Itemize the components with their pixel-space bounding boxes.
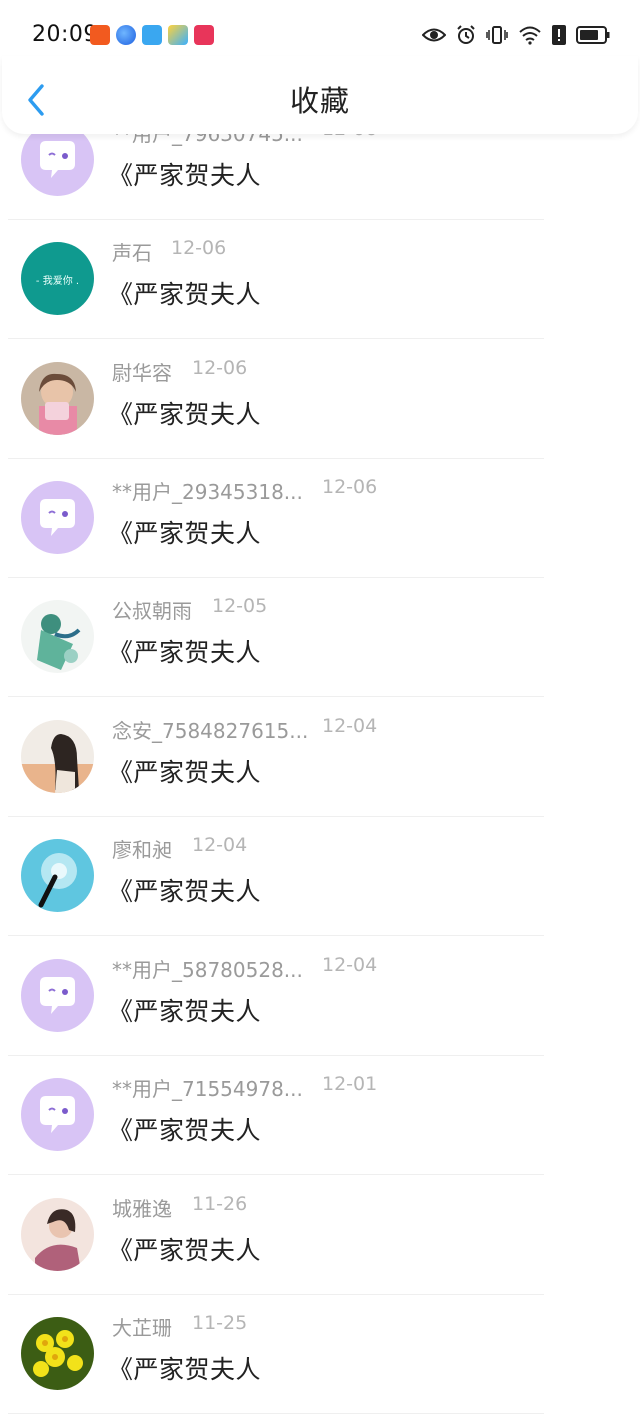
app-icon-yellow [168,25,188,45]
status-time: 20:09 [32,22,98,47]
date: 11-25 [192,1312,248,1334]
date: 12-06 [322,476,378,498]
avatar-photo[interactable] [21,839,94,912]
page-title: 收藏 [289,84,350,118]
date: 12-01 [322,1073,378,1095]
book-title: 《严家贺夫人 [108,758,262,787]
default-avatar[interactable] [21,1078,94,1151]
list-item[interactable]: 尉华容 12-06 《严家贺夫人 [0,340,640,459]
default-avatar[interactable] [21,959,94,1032]
user-name: 尉华容 [112,361,172,385]
user-name: 公叔朝雨 [112,599,192,623]
book-title: 《严家贺夫人 [108,161,262,190]
divider [8,1413,544,1414]
divider [8,696,544,697]
date: 12-05 [212,595,268,617]
list-item[interactable]: 念安_7584827615... 12-04 《严家贺夫人 [0,698,640,817]
date: 12-04 [322,715,378,737]
user-name: 声石 [112,241,152,265]
avatar-photo[interactable] [21,600,94,673]
date: 12-06 [192,357,248,379]
divider [8,1174,544,1175]
list-item[interactable]: 廖和昶 12-04 《严家贺夫人 [0,817,640,936]
list-item[interactable]: **用户_71554978... 12-01 《严家贺夫人 [0,1056,640,1175]
user-name: 念安_7584827615... [112,719,309,743]
avatar-photo[interactable] [21,1317,94,1390]
list-item[interactable]: 大芷珊 11-25 《严家贺夫人 [0,1295,640,1414]
book-title: 《严家贺夫人 [108,400,262,429]
date: 12-04 [322,954,378,976]
user-name: **用户_29345318... [112,480,303,504]
list-item[interactable]: **用户_58780528... 12-04 《严家贺夫人 [0,937,640,1056]
divider [8,935,544,936]
book-title: 《严家贺夫人 [108,519,262,548]
list-item[interactable]: **用户_29345318... 12-06 《严家贺夫人 [0,459,640,578]
avatar-photo[interactable] [21,1198,94,1271]
book-title: 《严家贺夫人 [108,638,262,667]
book-title: 《严家贺夫人 [108,1355,262,1384]
avatar-photo[interactable] [21,720,94,793]
list-item[interactable]: 城雅逸 11-26 《严家贺夫人 [0,1176,640,1295]
avatar-teal[interactable]: - 我爱你 . [21,242,94,315]
list-item[interactable]: - 我爱你 . 声石 12-06 《严家贺夫人 [0,220,640,339]
avatar-photo[interactable] [21,362,94,435]
divider [8,338,544,339]
book-title: 《严家贺夫人 [108,877,262,906]
date: 12-06 [171,237,227,259]
alert-icon [552,25,566,45]
user-name: 城雅逸 [112,1197,172,1221]
avatar-caption: - 我爱你 . [35,276,80,287]
system-icons [422,24,610,46]
user-name: **用户_58780528... [112,958,303,982]
user-name: 廖和昶 [112,838,172,862]
user-name: 大芷珊 [112,1316,172,1340]
book-title: 《严家贺夫人 [108,1116,262,1145]
default-avatar[interactable] [21,481,94,554]
app-icon-orange [90,25,110,45]
user-name: **用户_71554978... [112,1077,303,1101]
vibrate-icon [486,24,508,46]
wifi-icon [518,25,542,45]
app-icon-blue [116,25,136,45]
date: 11-26 [192,1193,248,1215]
notification-icons [90,25,214,45]
eye-icon [422,26,446,44]
app-icon-lightblue [142,25,162,45]
battery-icon [576,25,610,45]
book-title: 《严家贺夫人 [108,280,262,309]
date: 12-04 [192,834,248,856]
list-item[interactable]: 公叔朝雨 12-05 《严家贺夫人 [0,578,640,697]
app-icon-red [194,25,214,45]
top-bar: 收藏 [2,56,638,134]
book-title: 《严家贺夫人 [108,997,262,1026]
book-title: 《严家贺夫人 [108,1236,262,1265]
alarm-icon [456,25,476,45]
